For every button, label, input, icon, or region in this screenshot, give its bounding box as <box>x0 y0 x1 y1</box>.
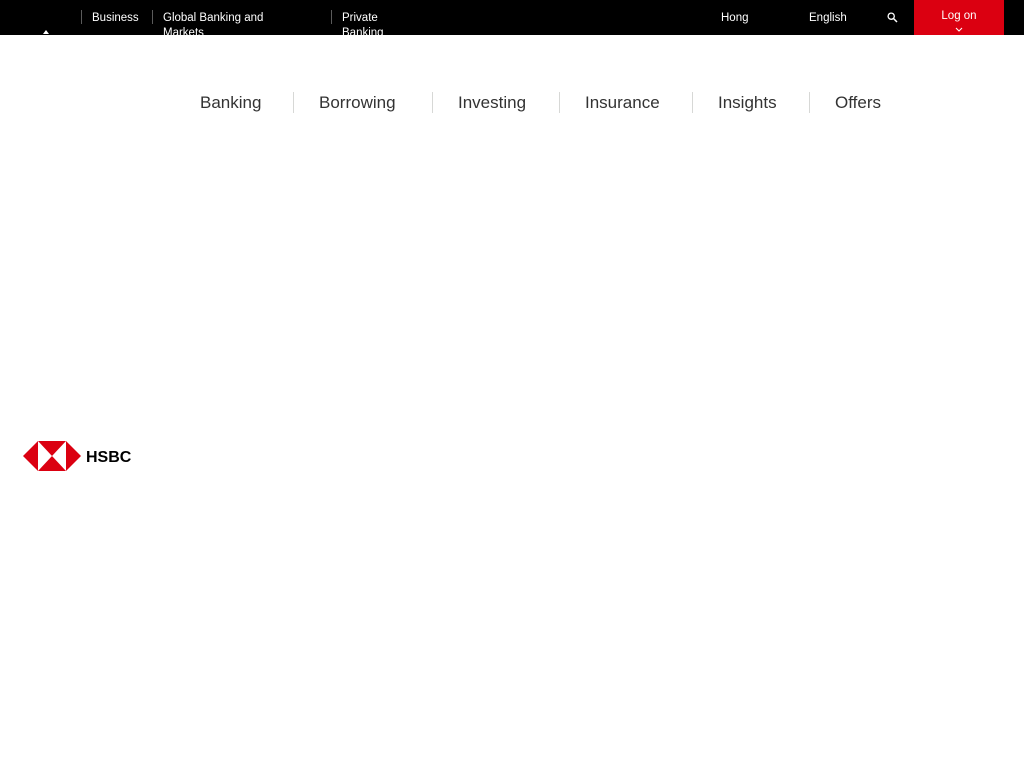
topbar-divider <box>331 10 332 24</box>
topbar-link-private-banking[interactable]: Private Banking <box>342 11 412 35</box>
nav-item-insurance[interactable]: Insurance <box>585 93 660 113</box>
nav-item-borrowing[interactable]: Borrowing <box>319 93 396 113</box>
hsbc-hexagon-icon: HSBC <box>23 441 132 471</box>
log-on-button[interactable]: Log on <box>914 0 1004 35</box>
language-selector[interactable]: English <box>809 11 847 26</box>
svg-text:HSBC: HSBC <box>86 449 132 466</box>
main-navigation: Banking Borrowing Investing Insurance In… <box>0 84 1024 120</box>
nav-item-banking[interactable]: Banking <box>200 93 261 113</box>
nav-divider <box>692 92 693 113</box>
topbar-divider <box>152 10 153 24</box>
search-button[interactable] <box>880 6 904 28</box>
nav-divider <box>432 92 433 113</box>
topbar-link-business[interactable]: Business <box>92 11 139 26</box>
nav-divider <box>809 92 810 113</box>
nav-item-investing[interactable]: Investing <box>458 93 526 113</box>
log-on-label: Log on <box>941 10 977 22</box>
nav-item-insights[interactable]: Insights <box>718 93 777 113</box>
nav-divider <box>293 92 294 113</box>
hsbc-logo[interactable]: HSBC <box>23 440 138 472</box>
nav-item-offers[interactable]: Offers <box>835 93 881 113</box>
search-icon <box>886 11 898 23</box>
caret-up-icon <box>43 30 49 34</box>
chevron-down-icon <box>955 27 963 32</box>
topbar-link-global-banking[interactable]: Global Banking and Markets <box>163 11 303 35</box>
region-selector[interactable]: Hong <box>721 11 749 26</box>
nav-divider <box>559 92 560 113</box>
top-bar: Business Global Banking and Markets Priv… <box>0 0 1024 35</box>
topbar-divider <box>81 10 82 24</box>
